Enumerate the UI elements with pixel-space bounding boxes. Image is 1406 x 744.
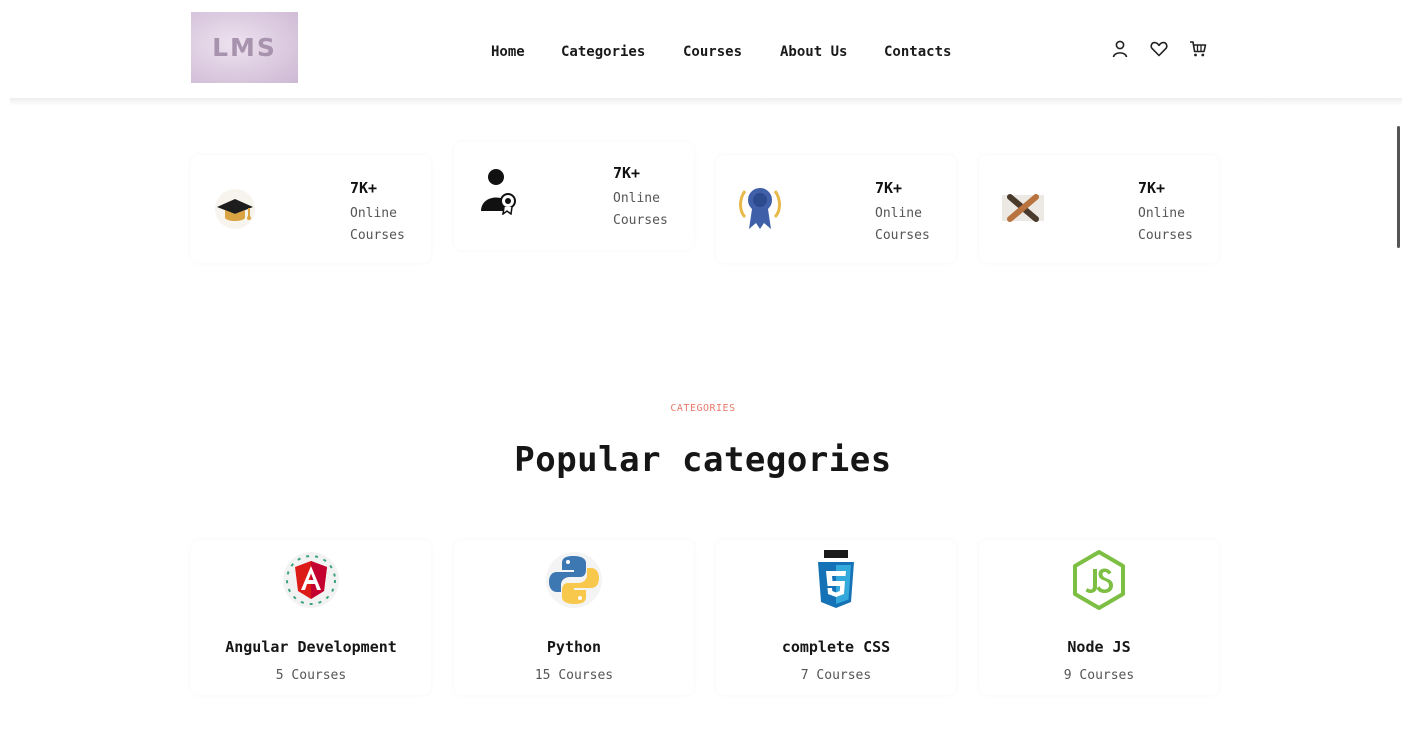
nav-categories[interactable]: Categories xyxy=(561,41,645,63)
crossed-pencils-icon xyxy=(999,183,1047,231)
css3-icon xyxy=(806,548,866,612)
stat-value: 7K+ xyxy=(1138,179,1166,197)
nav-about-us[interactable]: About Us xyxy=(780,41,847,63)
cart-icon[interactable] xyxy=(1188,38,1208,60)
python-icon xyxy=(544,548,604,612)
stat-label: Online Courses xyxy=(875,206,930,243)
user-icon[interactable] xyxy=(1110,38,1130,60)
category-name: Python xyxy=(546,638,602,656)
category-count: 15 Courses xyxy=(534,668,614,683)
stat-card: 7K+ Online Courses xyxy=(979,155,1219,263)
category-count: 5 Courses xyxy=(275,668,347,683)
category-count: 7 Courses xyxy=(800,668,872,683)
angular-icon xyxy=(281,548,341,612)
stat-card: 7K+ Online Courses xyxy=(454,142,694,250)
stat-value: 7K+ xyxy=(875,179,903,197)
category-count: 9 Courses xyxy=(1063,668,1135,683)
category-card-nodejs[interactable]: Node JS 9 Courses xyxy=(979,540,1219,695)
stat-label: Online Courses xyxy=(613,191,668,228)
site-header: LMS Home Categories Courses About Us Con… xyxy=(0,0,1406,100)
nav-home[interactable]: Home xyxy=(491,41,525,63)
scrollbar[interactable] xyxy=(1397,126,1400,248)
stat-value: 7K+ xyxy=(613,164,641,182)
stat-label: Online Courses xyxy=(350,206,405,243)
award-ribbon-icon xyxy=(736,183,784,231)
header-divider xyxy=(10,98,1402,106)
section-tag: CATEGORIES xyxy=(670,403,736,414)
category-card-angular[interactable]: Angular Development 5 Courses xyxy=(191,540,431,695)
category-name: Node JS xyxy=(1067,638,1131,656)
logo[interactable]: LMS xyxy=(191,12,298,83)
stat-value: 7K+ xyxy=(350,179,378,197)
logo-text: LMS xyxy=(212,33,277,62)
stat-card: 7K+ Online Courses xyxy=(191,155,431,263)
nav-courses[interactable]: Courses xyxy=(683,41,742,63)
category-card-css[interactable]: complete CSS 7 Courses xyxy=(716,540,956,695)
certified-person-icon xyxy=(474,167,522,215)
nav-contacts[interactable]: Contacts xyxy=(884,41,951,63)
graduation-cap-icon xyxy=(211,185,259,233)
category-name: complete CSS xyxy=(781,638,891,656)
category-card-python[interactable]: Python 15 Courses xyxy=(454,540,694,695)
stat-card: 7K+ Online Courses xyxy=(716,155,956,263)
heart-icon[interactable] xyxy=(1149,38,1169,60)
nodejs-icon xyxy=(1069,548,1129,612)
stat-label: Online Courses xyxy=(1138,206,1193,243)
section-title: Popular categories xyxy=(514,440,892,480)
category-name: Angular Development xyxy=(225,638,397,656)
